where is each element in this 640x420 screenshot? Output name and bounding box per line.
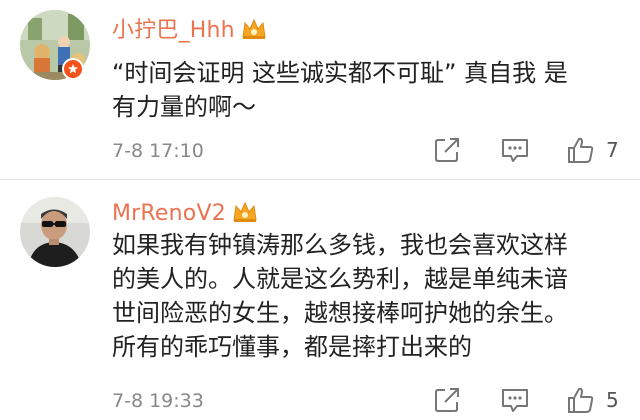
comment-icon [502,139,528,162]
crown-icon [241,17,267,47]
share-icon [435,388,459,412]
comment-line: 世间险恶的女生，越想接棒呵护她的余生。 [112,299,568,327]
like-count: 7 [606,138,619,162]
crown-icon [232,200,258,230]
thumbs-up-icon [568,387,594,413]
like-count: 5 [606,388,619,412]
thumbs-up-icon [568,137,594,163]
reply-button[interactable] [500,135,530,165]
comment-line: 有力量的啊～ [112,93,256,121]
comment-line: 如果我有钟镇涛那么多钱，我也会喜欢这样 [112,231,568,259]
share-button[interactable] [433,385,461,415]
avatar[interactable] [20,197,90,267]
username-text[interactable]: MrRenoV2 [112,201,226,226]
username[interactable]: MrRenoV2 [112,200,258,230]
comment-line: “时间会证明 这些诚实都不可耻” 真自我 是 [112,59,568,87]
comment-line: 的美人的。人就是这么势利，越是单纯未谙 [112,265,568,293]
comment-item: MrRenoV2 如果我有钟镇涛那么多钱，我也会喜欢这样 的美人的。人就是这么势… [0,180,640,420]
like-button[interactable]: 5 [566,385,619,415]
share-button[interactable] [433,135,461,165]
comment-icon [502,389,528,412]
action-bar: 5 [0,385,640,415]
comment-text: 如果我有钟镇涛那么多钱，我也会喜欢这样 的美人的。人就是这么势利，越是单纯未谙 … [112,228,622,364]
share-icon [435,138,459,162]
comment-item: 小拧巴_Hhh “时间会证明 这些诚实都不可耻” 真自我 是 有力量的啊～ 7-… [0,0,640,180]
comment-text: “时间会证明 这些诚实都不可耻” 真自我 是 有力量的啊～ [112,56,622,124]
username[interactable]: 小拧巴_Hhh [112,12,267,47]
action-bar: 7 [0,135,640,165]
username-text[interactable]: 小拧巴_Hhh [112,18,235,43]
like-button[interactable]: 7 [566,135,619,165]
reply-button[interactable] [500,385,530,415]
comment-line: 所有的乖巧懂事，都是摔打出来的 [112,333,472,361]
verified-v-icon [62,58,84,80]
